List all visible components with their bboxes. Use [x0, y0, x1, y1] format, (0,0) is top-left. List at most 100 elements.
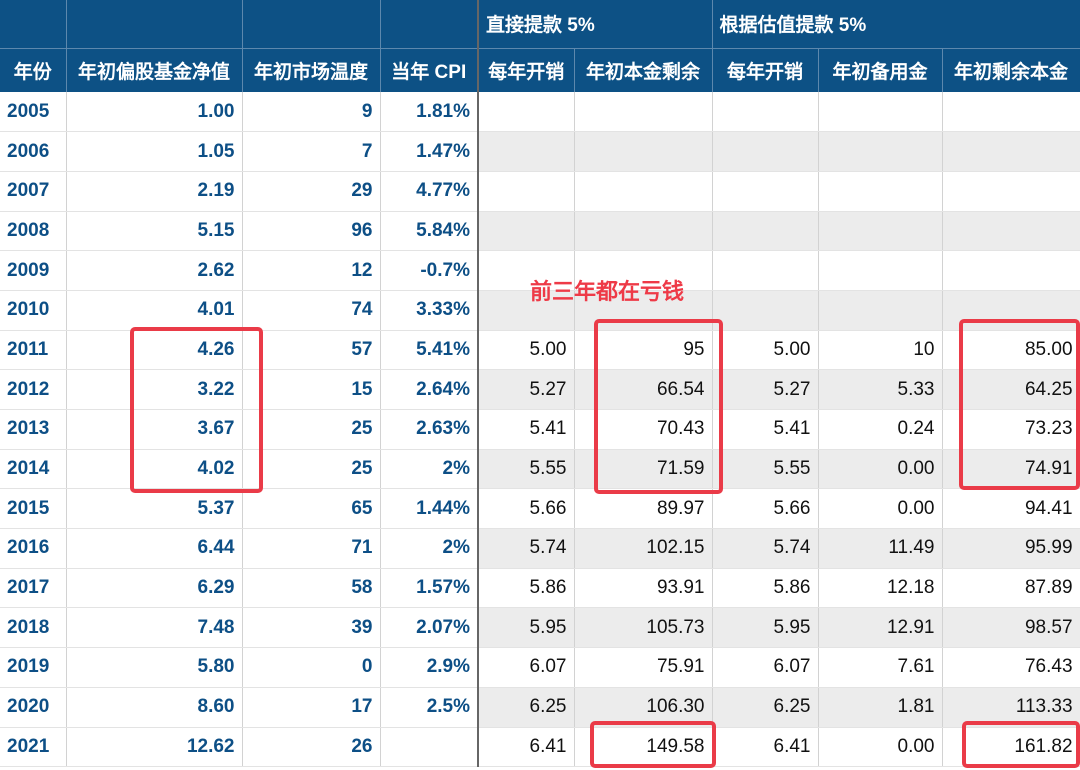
cell-temp: 74 [242, 290, 381, 331]
cell-val-reserve: 5.33 [818, 369, 943, 410]
cell-direct-spend: 5.86 [478, 568, 575, 609]
cell-val-spend: 6.41 [712, 727, 819, 768]
cell-val-reserve [818, 290, 943, 331]
table-row: 2008 5.15 96 5.84% [0, 211, 1080, 252]
cell-direct-spend [478, 211, 575, 252]
highlight-box-val-2021 [962, 721, 1080, 768]
cell-direct-spend: 6.07 [478, 647, 575, 688]
cell-direct-remain [574, 131, 713, 172]
cell-cpi: 5.84% [380, 211, 479, 252]
highlight-box-direct-remain [594, 319, 723, 494]
col-header-val-reserve: 年初备用金 [818, 47, 943, 92]
cell-cpi: 2.9% [380, 647, 479, 688]
cell-val-reserve [818, 92, 943, 133]
cell-val-remain [942, 92, 1080, 133]
cell-direct-spend: 5.41 [478, 409, 575, 450]
cell-cpi: 1.44% [380, 488, 479, 530]
cell-cpi: 2.63% [380, 409, 479, 450]
col-header-year: 年份 [0, 47, 67, 92]
cell-val-remain [942, 250, 1080, 291]
cell-direct-remain: 105.73 [574, 607, 713, 649]
cell-cpi: -0.7% [380, 250, 479, 291]
cell-nav: 1.00 [66, 92, 243, 133]
cell-nav: 5.15 [66, 211, 243, 252]
col-header-temp: 年初市场温度 [242, 47, 381, 92]
cell-val-reserve [818, 131, 943, 172]
table-row: 2017 6.29 58 1.57% 5.86 93.91 5.86 12.18 87.89 [0, 568, 1080, 609]
cell-val-spend: 5.55 [712, 449, 819, 490]
cell-val-spend: 5.74 [712, 528, 819, 569]
cell-nav: 6.44 [66, 528, 243, 569]
cell-nav: 4.01 [66, 290, 243, 331]
cell-val-spend [712, 171, 819, 212]
cell-val-spend [712, 92, 819, 133]
cell-temp: 39 [242, 607, 381, 649]
cell-temp: 71 [242, 528, 381, 569]
table-row: 2007 2.19 29 4.77% [0, 171, 1080, 212]
cell-nav: 5.37 [66, 488, 243, 530]
cell-val-spend: 5.00 [712, 330, 819, 371]
cell-temp: 29 [242, 171, 381, 212]
cell-cpi: 5.41% [380, 330, 479, 371]
table-row: 2020 8.60 17 2.5% 6.25 106.30 6.25 1.81 113.33 [0, 687, 1080, 728]
group-header-valuation: 根据估值提款 5% [712, 0, 1080, 48]
cell-cpi: 3.33% [380, 290, 479, 331]
cell-val-reserve: 1.81 [818, 687, 943, 728]
cell-nav: 8.60 [66, 687, 243, 728]
cell-cpi: 4.77% [380, 171, 479, 212]
header-blank [380, 0, 479, 48]
cell-direct-remain: 93.91 [574, 568, 713, 609]
cell-val-spend: 5.95 [712, 607, 819, 649]
col-header-nav: 年初偏股基金净值 [66, 47, 243, 92]
cell-nav: 1.05 [66, 131, 243, 172]
cell-val-remain: 76.43 [942, 647, 1080, 688]
cell-year: 2019 [0, 647, 67, 688]
cell-year: 2011 [0, 330, 67, 371]
cell-val-spend: 6.07 [712, 647, 819, 688]
cell-temp: 7 [242, 131, 381, 172]
cell-val-reserve: 0.00 [818, 449, 943, 490]
cell-year: 2009 [0, 250, 67, 291]
cell-direct-spend: 6.41 [478, 727, 575, 768]
cell-nav: 12.62 [66, 727, 243, 768]
header-blank [0, 0, 67, 48]
col-header-val-remain: 年初剩余本金 [942, 47, 1080, 92]
cell-temp: 96 [242, 211, 381, 252]
cell-val-reserve: 11.49 [818, 528, 943, 569]
cell-temp: 12 [242, 250, 381, 291]
annotation-note: 前三年都在亏钱 [530, 279, 685, 304]
cell-direct-spend [478, 171, 575, 212]
cell-direct-spend: 5.00 [478, 330, 575, 371]
cell-val-reserve: 0.00 [818, 727, 943, 768]
cell-direct-spend [478, 131, 575, 172]
cell-val-spend: 5.86 [712, 568, 819, 609]
cell-val-spend: 5.41 [712, 409, 819, 450]
cell-temp: 65 [242, 488, 381, 530]
cell-year: 2018 [0, 607, 67, 649]
cell-direct-spend: 5.66 [478, 488, 575, 530]
highlight-box-val-remain [959, 319, 1080, 490]
cell-year: 2017 [0, 568, 67, 609]
cell-val-spend [712, 211, 819, 252]
cell-temp: 58 [242, 568, 381, 609]
cell-year: 2007 [0, 171, 67, 212]
cell-val-spend [712, 131, 819, 172]
cell-nav: 2.62 [66, 250, 243, 291]
cell-direct-spend [478, 92, 575, 133]
cell-cpi: 1.57% [380, 568, 479, 609]
highlight-box-direct-2021 [590, 721, 716, 768]
cell-nav: 6.29 [66, 568, 243, 609]
table-row: 2006 1.05 7 1.47% [0, 131, 1080, 172]
cell-year: 2010 [0, 290, 67, 331]
cell-direct-remain [574, 92, 713, 133]
cell-nav: 2.19 [66, 171, 243, 212]
cell-direct-remain [574, 171, 713, 212]
table-row: 2019 5.80 0 2.9% 6.07 75.91 6.07 7.61 76.43 [0, 647, 1080, 688]
cell-cpi: 2% [380, 528, 479, 569]
cell-val-remain [942, 211, 1080, 252]
cell-year: 2005 [0, 92, 67, 133]
cell-val-reserve: 12.18 [818, 568, 943, 609]
cell-cpi: 2.64% [380, 369, 479, 410]
cell-val-spend [712, 290, 819, 331]
cell-year: 2008 [0, 211, 67, 252]
